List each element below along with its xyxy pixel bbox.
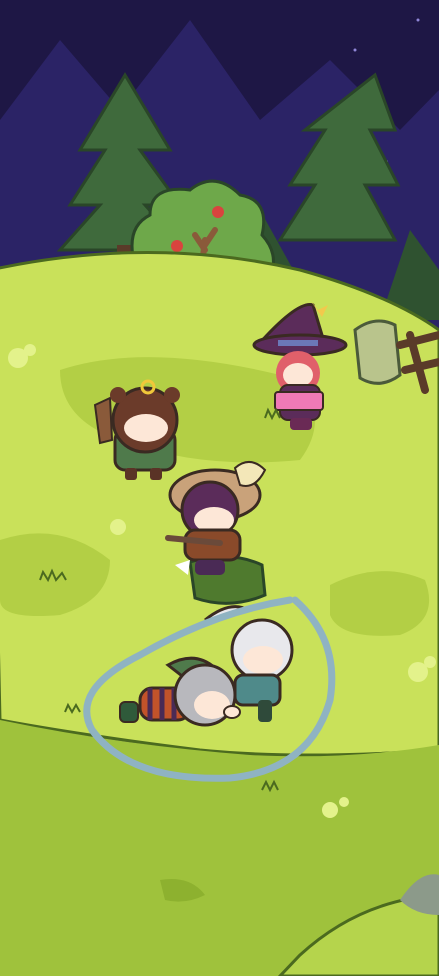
book-icon <box>274 391 324 411</box>
star <box>416 18 420 22</box>
apple <box>212 206 224 218</box>
game-scene[interactable] <box>0 0 439 976</box>
apple <box>171 240 183 252</box>
scene-canvas <box>0 0 439 976</box>
star <box>353 48 357 52</box>
hill-patch <box>330 571 430 636</box>
